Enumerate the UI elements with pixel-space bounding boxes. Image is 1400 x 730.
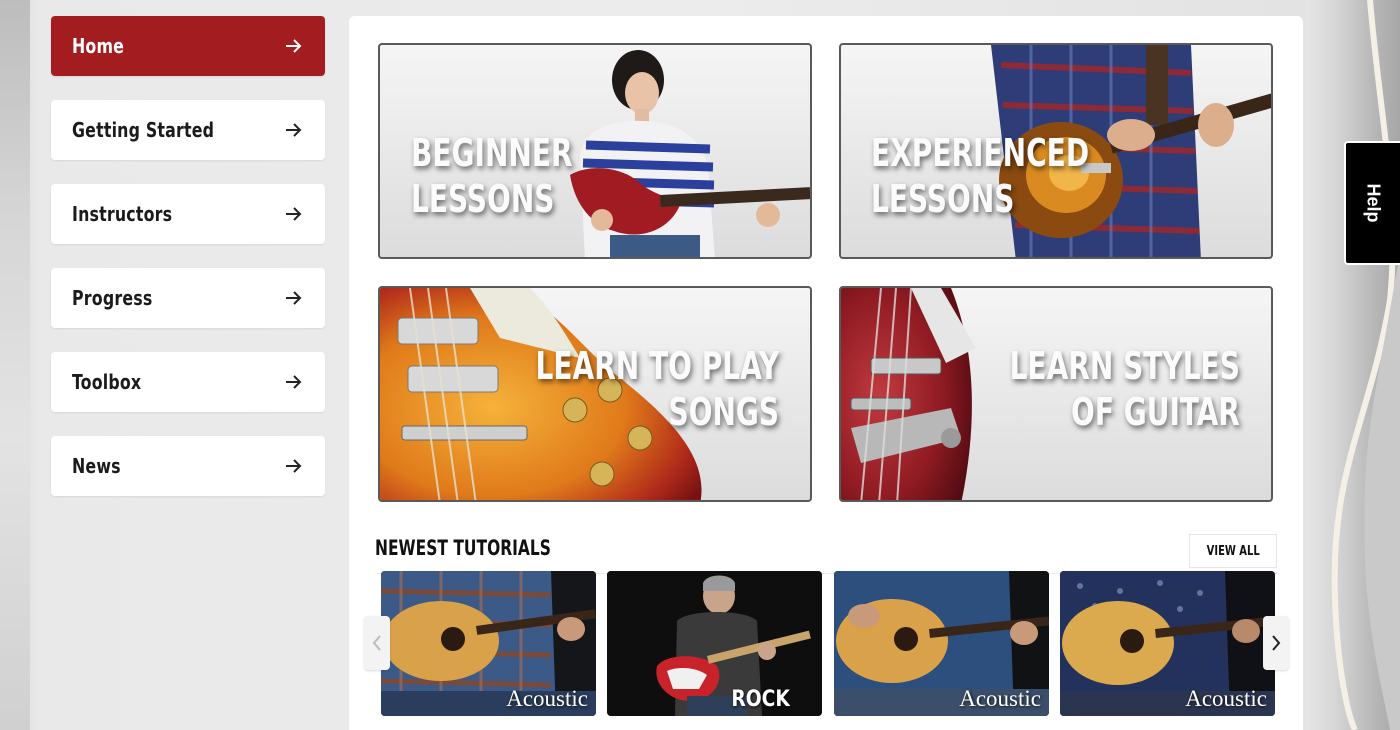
sidebar-item-news[interactable]: News — [51, 436, 325, 496]
tile-experienced-lessons[interactable]: EXPERIENCED LESSONS — [839, 43, 1273, 259]
tile-beginner-lessons[interactable]: BEGINNER LESSONS — [378, 43, 812, 259]
tutorial-card[interactable]: Acoustic — [381, 571, 596, 716]
tile-title: LEARN TO PLAY SONGS — [535, 344, 779, 434]
sidebar-item-label: Progress — [72, 286, 153, 310]
arrow-right-icon — [286, 375, 302, 389]
arrow-right-icon — [286, 459, 302, 473]
sidebar-item-label: News — [72, 454, 121, 478]
tutorial-genre-label: Acoustic — [1185, 686, 1267, 711]
tile-title: BEGINNER LESSONS — [411, 131, 573, 221]
newest-tutorials-header: NEWEST TUTORIALS VIEW ALL — [375, 534, 1277, 574]
sidebar-nav: Home Getting Started Instructors Progres… — [51, 16, 325, 520]
tutorial-genre-label: Acoustic — [959, 686, 1041, 711]
tutorial-genre-label: Acoustic — [506, 686, 588, 711]
arrow-right-icon — [286, 39, 302, 53]
background-guitar-curve — [1310, 0, 1400, 730]
arrow-right-icon — [286, 291, 302, 305]
tutorial-card[interactable]: Acoustic — [1060, 571, 1275, 716]
sidebar-item-getting-started[interactable]: Getting Started — [51, 100, 325, 160]
tile-title: EXPERIENCED LESSONS — [871, 131, 1090, 221]
tutorial-genre-label: ROCK — [731, 687, 790, 712]
help-label: Help — [1363, 183, 1384, 223]
chevron-right-icon — [1272, 635, 1281, 651]
carousel-prev-button[interactable] — [364, 616, 390, 670]
carousel-next-button[interactable] — [1263, 616, 1289, 670]
chevron-left-icon — [372, 635, 381, 651]
sidebar-item-progress[interactable]: Progress — [51, 268, 325, 328]
section-title: NEWEST TUTORIALS — [375, 536, 551, 560]
help-tab-button[interactable]: Help — [1344, 141, 1400, 265]
sidebar-item-home[interactable]: Home — [51, 16, 325, 76]
background-left-edge — [0, 0, 30, 730]
sidebar-item-label: Toolbox — [72, 370, 142, 394]
view-all-button[interactable]: VIEW ALL — [1189, 534, 1277, 568]
sidebar-item-label: Home — [72, 34, 125, 58]
tile-learn-songs[interactable]: LEARN TO PLAY SONGS — [378, 286, 812, 502]
arrow-right-icon — [286, 123, 302, 137]
sidebar-item-label: Getting Started — [72, 118, 215, 142]
tile-title: LEARN STYLES OF GUITAR — [1009, 344, 1240, 434]
tile-learn-styles[interactable]: LEARN STYLES OF GUITAR — [839, 286, 1273, 502]
sidebar-item-instructors[interactable]: Instructors — [51, 184, 325, 244]
sidebar-item-label: Instructors — [72, 202, 173, 226]
arrow-right-icon — [286, 207, 302, 221]
sidebar-item-toolbox[interactable]: Toolbox — [51, 352, 325, 412]
tutorial-card[interactable]: ROCK — [607, 571, 822, 716]
tutorial-card[interactable]: Acoustic — [834, 571, 1049, 716]
